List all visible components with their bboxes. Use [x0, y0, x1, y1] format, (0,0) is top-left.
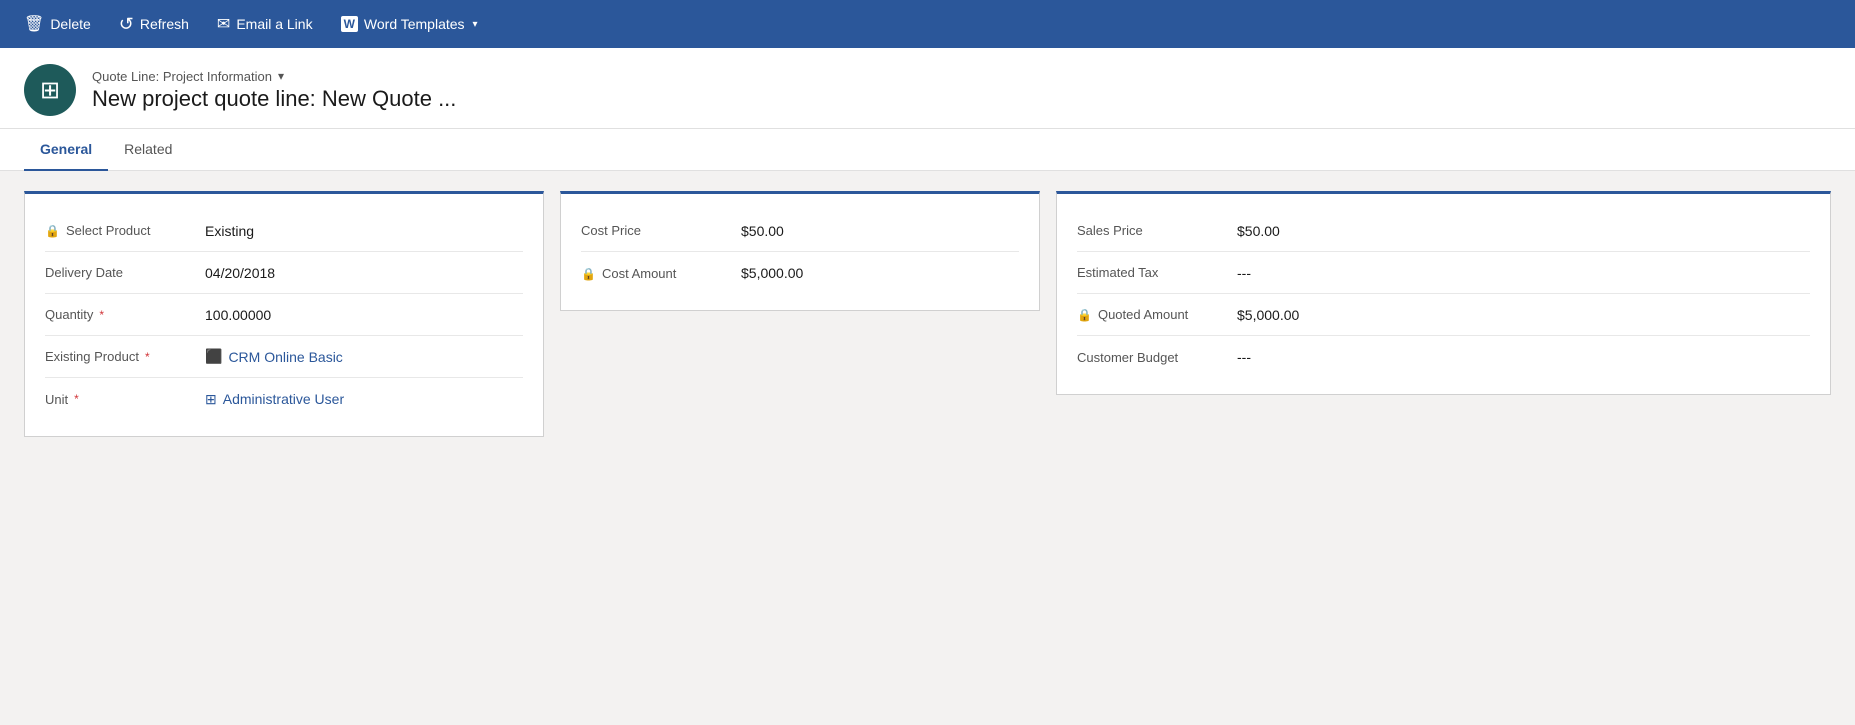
email-icon: [217, 14, 230, 34]
page-title: New project quote line: New Quote ...: [92, 86, 456, 112]
lock-icon: [1077, 307, 1092, 322]
cards-row: Select Product Existing Delivery Date 04…: [24, 191, 1831, 437]
cost-price-value: $50.00: [741, 223, 784, 239]
word-templates-label: Word Templates: [364, 16, 465, 32]
main-content: Select Product Existing Delivery Date 04…: [0, 171, 1855, 725]
cost-amount-label: Cost Amount: [581, 266, 741, 281]
required-star: *: [145, 350, 150, 364]
breadcrumb[interactable]: Quote Line: Project Information ▾: [92, 69, 456, 84]
field-row-estimated-tax: Estimated Tax ---: [1077, 252, 1810, 294]
estimated-tax-value: ---: [1237, 265, 1251, 281]
toolbar: Delete Refresh Email a Link Word Templat…: [0, 0, 1855, 48]
field-row-cost-amount: Cost Amount $5,000.00: [581, 252, 1019, 294]
refresh-label: Refresh: [140, 16, 189, 32]
unit-link[interactable]: ⊞ Administrative User: [205, 391, 344, 408]
sales-price-label: Sales Price: [1077, 223, 1237, 238]
field-row-select-product: Select Product Existing: [45, 210, 523, 252]
email-label: Email a Link: [236, 16, 312, 32]
lock-icon: [45, 223, 60, 238]
customer-budget-value: ---: [1237, 349, 1251, 365]
email-link-button[interactable]: Email a Link: [205, 8, 325, 40]
word-templates-button[interactable]: Word Templates ▾: [329, 9, 490, 39]
word-icon: [341, 15, 358, 33]
field-row-customer-budget: Customer Budget ---: [1077, 336, 1810, 378]
field-row-cost-price: Cost Price $50.00: [581, 210, 1019, 252]
quoted-amount-value: $5,000.00: [1237, 307, 1299, 323]
cost-amount-value: $5,000.00: [741, 265, 803, 281]
middle-card: Cost Price $50.00 Cost Amount $5,000.00: [560, 191, 1040, 311]
cost-price-label: Cost Price: [581, 223, 741, 238]
tab-general[interactable]: General: [24, 129, 108, 171]
estimated-tax-label: Estimated Tax: [1077, 265, 1237, 280]
customer-budget-label: Customer Budget: [1077, 350, 1237, 365]
delete-button[interactable]: Delete: [12, 8, 103, 40]
field-row-unit: Unit * ⊞ Administrative User: [45, 378, 523, 420]
entity-icon: [24, 64, 76, 116]
grid-icon: [40, 76, 60, 105]
lock-icon: [581, 266, 596, 281]
left-card: Select Product Existing Delivery Date 04…: [24, 191, 544, 437]
existing-product-label: Existing Product *: [45, 349, 205, 364]
quantity-value: 100.00000: [205, 307, 271, 323]
delete-label: Delete: [50, 16, 90, 32]
tabs: General Related: [24, 129, 1831, 170]
sales-price-value: $50.00: [1237, 223, 1280, 239]
refresh-icon: [119, 14, 134, 35]
chevron-down-icon: ▾: [473, 19, 478, 30]
field-row-quoted-amount: Quoted Amount $5,000.00: [1077, 294, 1810, 336]
delete-icon: [24, 14, 44, 34]
tab-related[interactable]: Related: [108, 129, 188, 171]
header-text: Quote Line: Project Information ▾ New pr…: [92, 69, 456, 112]
required-star: *: [99, 308, 104, 322]
grid-link-icon: ⊞: [205, 391, 217, 408]
chevron-down-icon: ▾: [278, 69, 284, 83]
box-icon: ⬛: [205, 348, 222, 365]
right-card: Sales Price $50.00 Estimated Tax --- Quo…: [1056, 191, 1831, 395]
select-product-label: Select Product: [45, 223, 205, 238]
required-star: *: [74, 392, 79, 406]
field-row-sales-price: Sales Price $50.00: [1077, 210, 1810, 252]
field-row-existing-product: Existing Product * ⬛ CRM Online Basic: [45, 336, 523, 378]
header-area: Quote Line: Project Information ▾ New pr…: [0, 48, 1855, 129]
quantity-label: Quantity *: [45, 307, 205, 322]
delivery-date-value: 04/20/2018: [205, 265, 275, 281]
field-row-quantity: Quantity * 100.00000: [45, 294, 523, 336]
existing-product-link[interactable]: ⬛ CRM Online Basic: [205, 348, 343, 365]
quoted-amount-label: Quoted Amount: [1077, 307, 1237, 322]
tabs-area: General Related: [0, 129, 1855, 171]
field-row-delivery-date: Delivery Date 04/20/2018: [45, 252, 523, 294]
unit-label: Unit *: [45, 392, 205, 407]
select-product-value: Existing: [205, 223, 254, 239]
breadcrumb-text: Quote Line: Project Information: [92, 69, 272, 84]
refresh-button[interactable]: Refresh: [107, 8, 201, 41]
delivery-date-label: Delivery Date: [45, 265, 205, 280]
